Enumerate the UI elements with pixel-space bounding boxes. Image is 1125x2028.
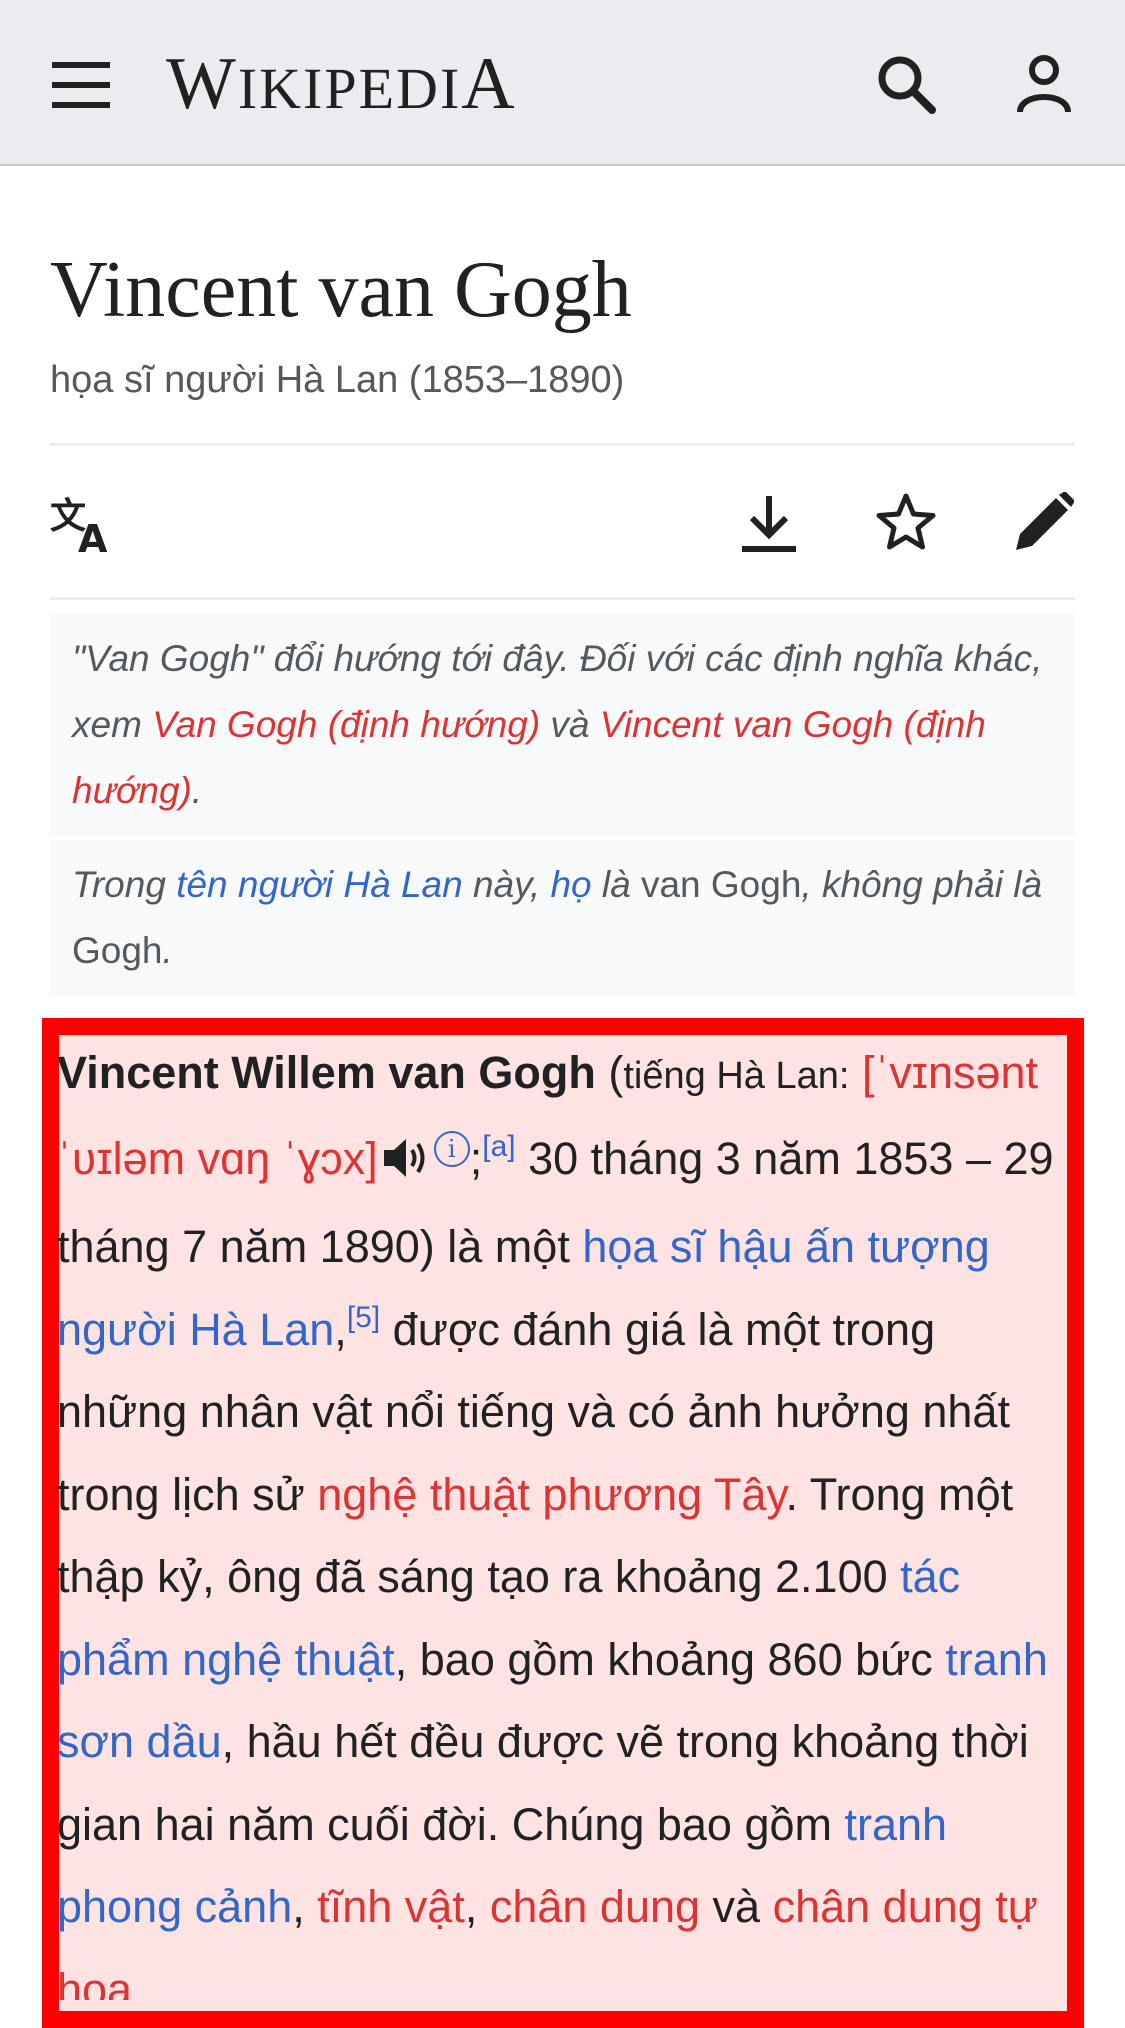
ref-a-link[interactable]: [a] [482, 1130, 515, 1163]
pencil-icon[interactable] [1014, 492, 1074, 552]
info-icon[interactable]: i [433, 1130, 470, 1167]
wikipedia-wordmark-logo[interactable]: WIKIPEDIA [166, 44, 517, 124]
wordmark-last: A [461, 43, 517, 125]
hatnote1-link-van-gogh-disambig[interactable]: Van Gogh (định hướng) [152, 704, 540, 745]
lead-separator-2: , [464, 1881, 490, 1932]
hatnote2-text-5: . [162, 930, 173, 971]
lead-separator-1: , [292, 1881, 318, 1932]
lead-open-paren: ( [595, 1047, 624, 1098]
hatnote2-link-dutch-name[interactable]: tên người Hà Lan [176, 864, 463, 905]
page-title: Vincent van Gogh [50, 246, 632, 334]
hatnote2-text-4: , không phải là [801, 864, 1043, 905]
lead-link-still-life[interactable]: tĩnh vật [317, 1881, 465, 1932]
ref-5-link[interactable]: [5] [347, 1301, 380, 1334]
hatnote-dutch-name: Trong tên người Hà Lan này, họ là van Go… [50, 840, 1075, 996]
lead-link-portrait[interactable]: chân dung [490, 1881, 700, 1932]
user-icon[interactable] [1016, 54, 1072, 114]
hatnote-redirect: "Van Gogh" đổi hướng tới đây. Đối với cá… [50, 614, 1075, 836]
lead-semicolon: ; [469, 1132, 483, 1184]
hatnote2-text-3: là [591, 864, 641, 905]
top-header-bar: WIKIPEDIA [0, 0, 1125, 166]
lead-bold-name: Vincent Willem van Gogh [57, 1047, 596, 1098]
lead-text-6: và [700, 1881, 773, 1932]
hatnote2-text-2: này, [462, 864, 551, 905]
hatnote1-text-2: và [540, 704, 600, 745]
speaker-icon[interactable] [382, 1124, 430, 1207]
hatnote2-name-van-gogh: van Gogh [640, 864, 802, 905]
lead-language-label: tiếng Hà Lan: [623, 1055, 850, 1097]
search-icon[interactable] [876, 54, 936, 114]
hamburger-menu-icon[interactable] [52, 62, 110, 108]
hatnote2-link-surname[interactable]: họ [550, 864, 591, 905]
page-subtitle: họa sĩ người Hà Lan (1853–1890) [50, 359, 625, 401]
translate-icon[interactable]: 文 A [50, 494, 114, 554]
star-icon[interactable] [876, 492, 936, 552]
download-icon[interactable] [740, 494, 798, 554]
lead-comma-1: , [334, 1303, 347, 1355]
hatnote1-text-3: . [191, 770, 203, 811]
svg-text:A: A [78, 517, 108, 554]
wordmark-first: W [166, 43, 238, 125]
lead-paragraph: Vincent Willem van Gogh (tiếng Hà Lan: [… [57, 1032, 1067, 2000]
lead-link-western-art[interactable]: nghệ thuật phương Tây [317, 1469, 785, 1520]
title-divider [50, 443, 1075, 446]
wordmark-middle: IKIPEDI [237, 56, 462, 121]
hatnote2-name-gogh: Gogh [72, 930, 163, 971]
toolbar-divider [50, 597, 1075, 600]
lead-text-4: , bao gồm khoảng 860 bức [394, 1633, 946, 1685]
hatnote2-text-1: Trong [72, 864, 177, 905]
